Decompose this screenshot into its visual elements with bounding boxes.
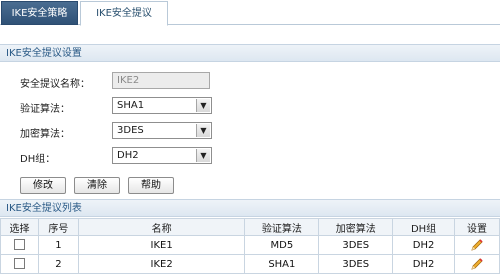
pencil-icon[interactable] <box>470 257 484 271</box>
row-name: IKE1 <box>77 235 246 255</box>
enc-algorithm-select[interactable]: 3DES ▼ <box>112 122 212 139</box>
chevron-down-icon[interactable]: ▼ <box>196 99 210 112</box>
row-dh: DH2 <box>392 254 456 274</box>
pencil-icon[interactable] <box>470 238 484 252</box>
chevron-down-icon[interactable]: ▼ <box>196 149 210 162</box>
tab-bar: IKE安全策略 IKE安全提议 <box>0 0 500 26</box>
row-enc: 3DES <box>318 254 394 274</box>
table-header-row: 选择 序号 名称 验证算法 加密算法 DH组 设置 <box>0 218 500 236</box>
col-enc: 加密算法 <box>318 218 394 236</box>
proposal-name-input[interactable]: IKE2 <box>112 72 210 89</box>
dh-group-value: DH2 <box>117 150 139 161</box>
row-select-checkbox[interactable] <box>13 258 25 270</box>
row-name: IKE2 <box>77 254 246 274</box>
auth-algorithm-select[interactable]: SHA1 ▼ <box>112 97 212 114</box>
row-select-checkbox[interactable] <box>13 239 25 251</box>
row-index: 2 <box>37 254 79 274</box>
settings-section-title: IKE安全提议设置 <box>0 44 500 62</box>
table-row: 2 IKE2 SHA1 3DES DH2 <box>0 254 500 274</box>
table-row: 1 IKE1 MD5 3DES DH2 <box>0 235 500 255</box>
row-enc: 3DES <box>318 235 394 255</box>
auth-algorithm-value: SHA1 <box>117 100 145 111</box>
proposal-table: 选择 序号 名称 验证算法 加密算法 DH组 设置 1 IKE1 MD5 3DE… <box>0 218 500 274</box>
row-auth: MD5 <box>244 235 320 255</box>
proposal-name-label: 安全提议名称： <box>20 79 90 90</box>
modify-button[interactable]: 修改 <box>20 177 66 194</box>
col-dh: DH组 <box>392 218 456 236</box>
row-index: 1 <box>37 235 79 255</box>
row-dh: DH2 <box>392 235 456 255</box>
list-section-title: IKE安全提议列表 <box>0 199 500 217</box>
enc-algorithm-value: 3DES <box>117 125 144 136</box>
chevron-down-icon[interactable]: ▼ <box>196 124 210 137</box>
col-index: 序号 <box>37 218 79 236</box>
enc-algorithm-label: 加密算法： <box>20 129 70 140</box>
dh-group-select[interactable]: DH2 ▼ <box>112 147 212 164</box>
auth-algorithm-label: 验证算法： <box>20 104 70 115</box>
col-auth: 验证算法 <box>244 218 320 236</box>
clear-button[interactable]: 清除 <box>74 177 120 194</box>
col-settings: 设置 <box>454 218 500 236</box>
row-auth: SHA1 <box>244 254 320 274</box>
tab-ike-proposal[interactable]: IKE安全提议 <box>80 1 168 26</box>
col-select: 选择 <box>0 218 39 236</box>
tab-ike-policy[interactable]: IKE安全策略 <box>1 1 78 25</box>
dh-group-label: DH组： <box>20 154 56 165</box>
col-name: 名称 <box>77 218 246 236</box>
help-button[interactable]: 帮助 <box>128 177 174 194</box>
